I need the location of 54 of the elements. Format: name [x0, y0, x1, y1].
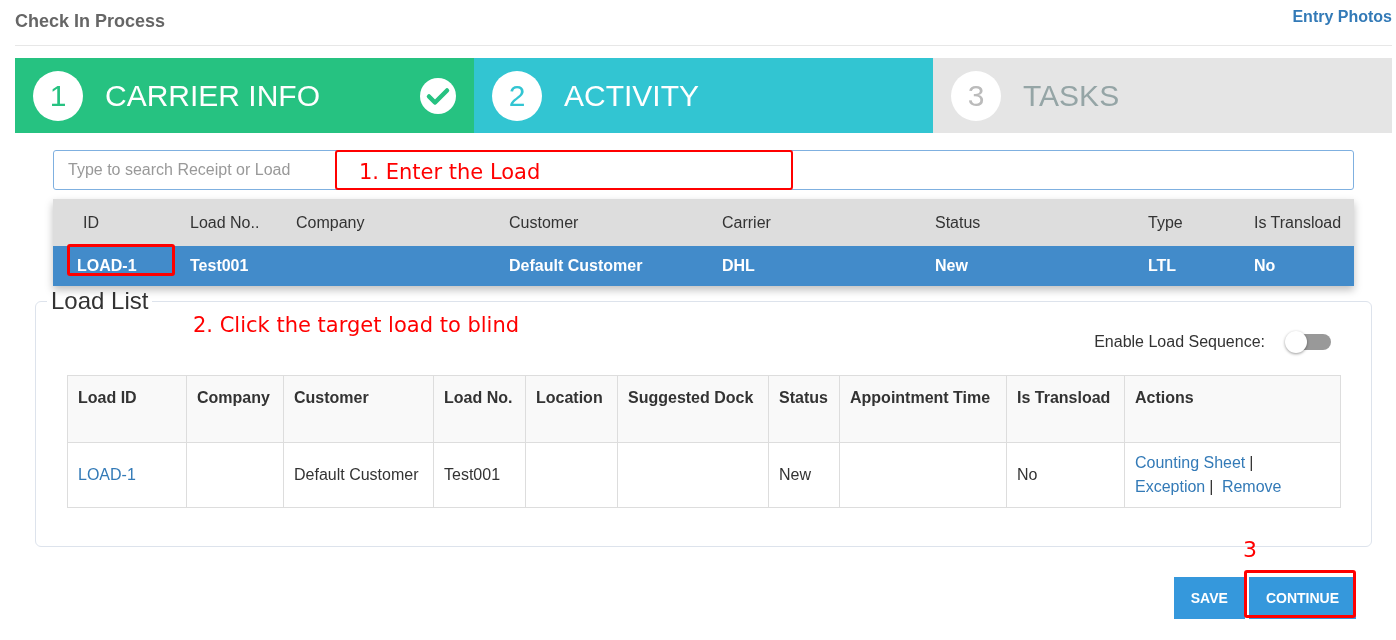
row-cell: Default Customer [509, 257, 643, 275]
check-icon [420, 77, 456, 114]
column-header: Company [186, 375, 284, 443]
step-number: 3 [951, 70, 1001, 121]
action-link[interactable]: Counting Sheet [1135, 454, 1246, 471]
table-cell: Test001 [433, 442, 526, 508]
separator: | [1209, 478, 1214, 495]
row-cell: LOAD-1 [77, 257, 137, 275]
wizard-step[interactable]: 2 ACTIVITY [474, 58, 933, 133]
column-header: Is Transload [1006, 375, 1125, 443]
column-header: ID [83, 213, 99, 232]
result-row[interactable]: LOAD-1 Test001 Default Customer DHL New LTL No [53, 246, 1354, 286]
table-cell: No [1006, 442, 1125, 508]
row-cell: Test001 [190, 257, 249, 275]
step-label: ACTIVITY [564, 78, 700, 113]
column-header: Status [768, 375, 840, 443]
callout-label: 1. Enter the Load [335, 150, 793, 190]
column-header: Load ID [67, 375, 187, 443]
toggle-label: Enable Load Sequence: [1094, 333, 1265, 351]
column-header: Is Transload [1254, 213, 1342, 232]
row-cell: No [1254, 257, 1276, 275]
table-cell: Default Customer [283, 442, 434, 508]
row-cell: DHL [722, 257, 755, 275]
column-header: Load No. [433, 375, 526, 443]
callout-number: 3 [1243, 538, 1257, 562]
wizard-step[interactable]: 1 CARRIER INFO [15, 58, 474, 133]
column-header: Customer [509, 213, 579, 232]
column-header: Type [1148, 213, 1183, 232]
step-number: 2 [492, 70, 542, 121]
step-number: 1 [33, 70, 83, 121]
table-cell: New [768, 442, 840, 508]
column-header: Location [525, 375, 618, 443]
column-header: Appointment Time [839, 375, 1007, 443]
wizard-step[interactable]: 3 TASKS [933, 58, 1392, 133]
column-header: Customer [283, 375, 434, 443]
column-header: Load No.. [190, 213, 260, 232]
column-header: Suggested Dock [617, 375, 769, 443]
separator: | [1249, 454, 1254, 471]
row-cell: New [935, 257, 968, 275]
load-link[interactable]: LOAD-1 [78, 466, 136, 483]
callout-label: 2. Click the target load to blind [193, 313, 520, 337]
action-link[interactable]: Remove [1221, 478, 1282, 495]
save-button[interactable]: SAVE [1173, 577, 1245, 619]
column-header: Carrier [722, 213, 771, 232]
page-title: Check In Process [15, 11, 166, 32]
step-label: CARRIER INFO [105, 78, 321, 113]
action-link[interactable]: Exception [1135, 478, 1206, 495]
column-header: Status [935, 213, 981, 232]
panel-title: Load List [50, 287, 150, 315]
column-header: Company [296, 213, 365, 232]
column-header: Actions [1124, 375, 1341, 443]
step-label: TASKS [1023, 78, 1121, 113]
entry-photos-link[interactable]: Entry Photos [1292, 8, 1392, 26]
row-cell: LTL [1148, 257, 1177, 275]
